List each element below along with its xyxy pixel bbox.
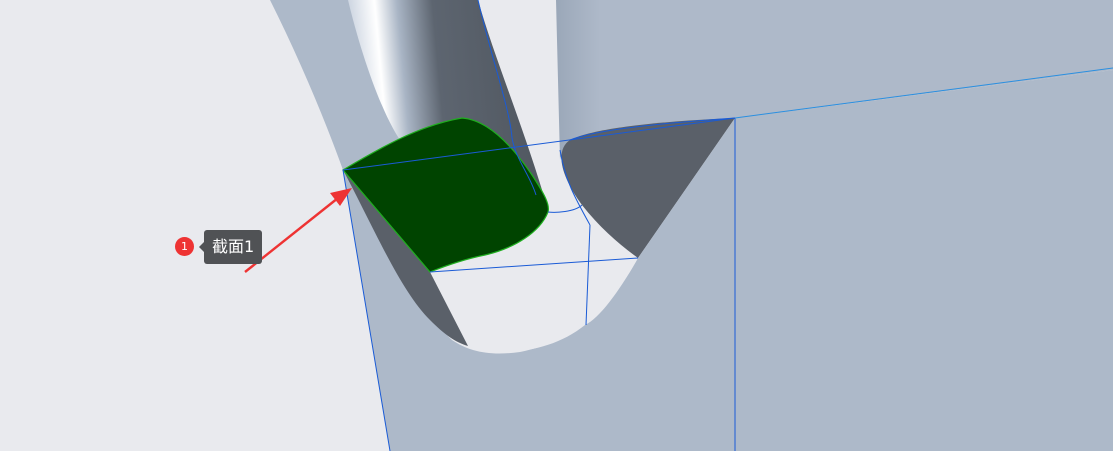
cad-viewport[interactable]: 1 截面1 (0, 0, 1113, 451)
block-front-surface[interactable] (735, 70, 1113, 451)
annotation-badge: 1 (175, 237, 194, 256)
model-canvas[interactable] (0, 0, 1113, 451)
section-label-callout[interactable]: 截面1 (198, 230, 263, 264)
